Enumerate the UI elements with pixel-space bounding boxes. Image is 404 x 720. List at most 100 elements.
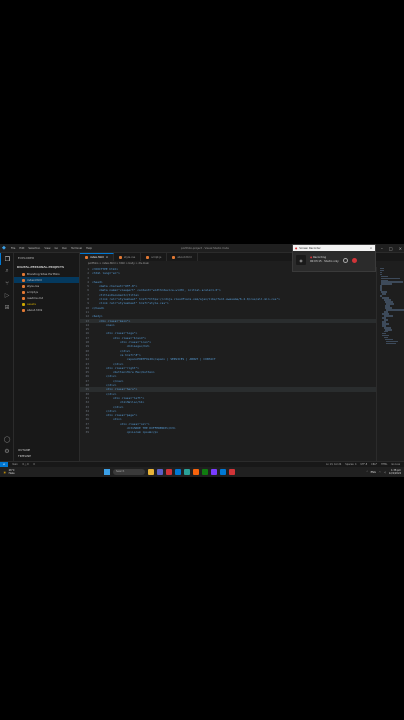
file-name: index.html [27, 278, 42, 282]
file-icon [22, 296, 25, 300]
window-title: portfolio-project - Visual Studio Code [181, 246, 229, 250]
recording-dot-icon: ● [310, 256, 313, 259]
vscode-window: ◆ File Edit Selection View Go Run Terminal Help… [0, 244, 404, 477]
minimap-line [381, 283, 393, 285]
taskbar-app-icon[interactable] [193, 469, 199, 475]
menu-item[interactable]: File [11, 247, 15, 250]
file-icon [22, 278, 25, 282]
file-icon [85, 256, 88, 259]
file-icon [22, 308, 25, 312]
weather-desc: Haze [8, 472, 15, 475]
search-icon[interactable]: ⌕ [0, 265, 14, 277]
gear-icon[interactable]: ⚙ [0, 445, 14, 457]
status-item[interactable]: Spaces: 4 [345, 463, 356, 466]
volume-icon[interactable]: ◁ [384, 471, 386, 474]
status-item[interactable]: CRLF [371, 463, 377, 466]
taskbar-search[interactable]: Search [113, 469, 145, 475]
code-editor[interactable]: 1 <!DOCTYPE html> 2 <html lang="en"> 3 4 <head… [80, 267, 376, 461]
minimize-icon[interactable]: – [381, 246, 383, 251]
menu-item[interactable]: Edit [19, 247, 24, 250]
extensions-icon[interactable]: ⊞ [0, 301, 14, 313]
ports-count[interactable]: 0 [33, 463, 34, 466]
menu-item[interactable]: Help [86, 247, 92, 250]
close-icon[interactable]: × [370, 247, 372, 250]
minimap[interactable] [376, 267, 404, 461]
screen-recorder-widget: ● Screen Recorder × ◉ ● Recording 00:03:… [292, 244, 376, 272]
file-name: about.html [27, 308, 43, 312]
source-control-icon[interactable]: ⑂ [0, 277, 14, 289]
workspace-folder[interactable]: DIGITAL-PERSONAL-PROJECTS [14, 263, 79, 271]
status-item[interactable]: UTF-8 [360, 463, 367, 466]
camera-icon[interactable]: ◉ [296, 255, 306, 265]
menu-item[interactable]: Run [62, 247, 67, 250]
file-icon [119, 255, 123, 259]
start-button[interactable] [104, 469, 110, 475]
status-item[interactable]: Ln 13, Col 24 [326, 463, 341, 466]
chevron-up-icon[interactable]: ˄ [366, 471, 367, 474]
tab-label: style.css [124, 255, 136, 259]
taskbar-app-icon[interactable] [175, 469, 181, 475]
close-icon[interactable]: × [106, 256, 108, 259]
pause-button[interactable] [342, 257, 348, 263]
menu-item[interactable]: Selection [28, 247, 40, 250]
weather-icon: ☀ [3, 469, 7, 475]
recorder-time: 00:03:15 [310, 260, 322, 263]
wifi-icon[interactable]: ◠ [379, 471, 381, 474]
weather-widget[interactable]: ☀ 26°C Haze [3, 469, 15, 475]
editor-tab[interactable]: about.html [167, 253, 198, 261]
clock[interactable]: 1:38 pm 12/2/2024 [389, 469, 401, 475]
run-debug-icon[interactable]: ▷ [0, 289, 14, 301]
recorder-title: Screen Recorder [299, 246, 321, 250]
problems-count[interactable]: 0 △ 0 [22, 463, 28, 466]
recorder-status: Recording [313, 256, 327, 259]
menu-item[interactable]: Go [54, 247, 58, 250]
minimap-line [382, 293, 386, 295]
menu-item[interactable]: Terminal [71, 247, 82, 250]
taskbar-app-icon[interactable] [166, 469, 172, 475]
file-name: Branding Sites Portfolio [27, 272, 60, 276]
file-icon [146, 255, 150, 259]
taskbar-app-icon[interactable] [184, 469, 190, 475]
tab-label: about.html [177, 255, 192, 259]
taskbar-app-icon[interactable] [202, 469, 208, 475]
taskbar-app-icon[interactable] [220, 469, 226, 475]
activity-bar: ❐ ⌕ ⑂ ▷ ⊞ ◯ ⚙ [0, 253, 14, 461]
explorer-header: EXPLORER [18, 256, 35, 260]
recorder-mode: Studio only [324, 260, 339, 263]
timeline-panel[interactable]: TIMELINE [14, 453, 80, 459]
file-name: style.css [27, 284, 40, 288]
vscode-logo-icon: ◆ [2, 245, 6, 251]
editor-tab[interactable]: style.css [114, 253, 142, 261]
status-item[interactable]: Go Live [391, 463, 400, 466]
clock-date: 12/2/2024 [388, 472, 401, 475]
code-line: 39 <p>Lorem ipsum</p> [80, 430, 376, 434]
stop-button[interactable] [351, 257, 357, 263]
close-icon[interactable]: × [399, 246, 402, 251]
taskbar-app-icon[interactable] [157, 469, 163, 475]
file-icon [22, 284, 25, 288]
minimap-line [386, 309, 404, 311]
taskbar-app-icon[interactable] [229, 469, 235, 475]
git-branch[interactable]: main [12, 463, 18, 466]
file-name: script.js [27, 290, 38, 294]
menu-item[interactable]: View [44, 247, 50, 250]
explorer-icon[interactable]: ❐ [0, 253, 14, 265]
file-tree-item[interactable]: about.html [14, 307, 79, 313]
taskbar-app-icon[interactable] [211, 469, 217, 475]
editor-tab[interactable]: script.js [141, 253, 168, 261]
file-icon [22, 272, 25, 276]
code-text: <p>Lorem ipsum</p> [92, 430, 159, 435]
line-number: 39 [85, 430, 89, 435]
editor-tab[interactable]: index.html × [80, 253, 115, 261]
file-name: readme.md [27, 296, 44, 300]
file-icon [172, 255, 176, 259]
status-item[interactable]: HTML [381, 463, 387, 466]
file-name: assets [27, 302, 36, 306]
file-icon [22, 290, 25, 294]
tab-label: index.html [90, 256, 104, 259]
recorder-logo-icon: ● [295, 246, 298, 250]
maximize-icon[interactable]: □ [389, 246, 393, 251]
taskbar-app-icon[interactable] [148, 469, 154, 475]
account-icon[interactable]: ◯ [0, 433, 14, 445]
language-indicator[interactable]: ENG [371, 471, 376, 474]
